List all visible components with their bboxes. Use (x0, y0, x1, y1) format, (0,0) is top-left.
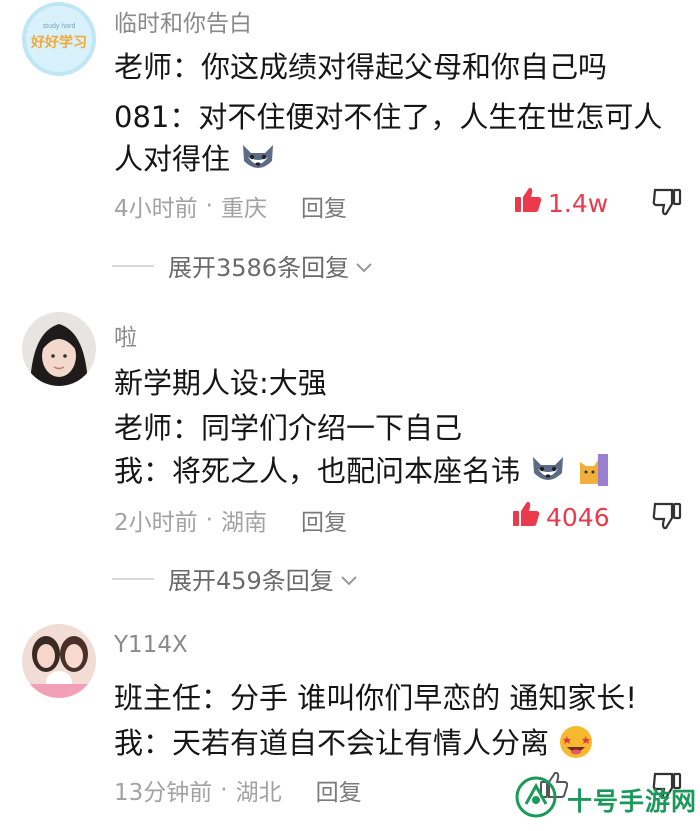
dislike-button[interactable] (652, 502, 682, 534)
thumbs-down-icon (652, 502, 682, 534)
like-count: 1.4w (548, 188, 609, 218)
username[interactable]: Y114X (114, 632, 188, 658)
divider (112, 264, 154, 267)
chevron-down-icon (334, 565, 358, 593)
comment-text-line: 081：对不住便对不住了，人生在世怎可人 (114, 100, 663, 134)
comment-text-line: 新学期人设:大强 (114, 366, 327, 400)
husky-emoji (529, 453, 567, 494)
comment-text-line: 老师：同学们介绍一下自己 (114, 411, 463, 445)
comment-text-line: 班主任：分手 谁叫你们早恋的 通知家长! (114, 681, 638, 715)
expand-replies-label: 展开3586条回复 (168, 254, 350, 282)
avatar[interactable] (22, 624, 96, 698)
comment-text-line-3: 人对得住 (114, 136, 277, 182)
avatar[interactable] (22, 312, 96, 386)
expand-replies-button[interactable]: 展开3586条回复 (112, 248, 373, 283)
location: 湖北 (235, 780, 282, 806)
like-button[interactable]: 1.4w (514, 187, 608, 219)
location: 重庆 (220, 196, 267, 222)
timestamp: 4小时前 (114, 196, 198, 222)
cat-emoji (576, 452, 612, 495)
avatar[interactable]: 好好学习 study hard (22, 2, 96, 76)
dislike-button[interactable] (652, 188, 682, 220)
expand-replies-button[interactable]: 展开459条回复 (112, 561, 358, 596)
thumbs-down-icon (652, 188, 682, 220)
watermark: 十号手游网 (505, 776, 697, 824)
comment-text-line-2: 我：天若有道自不会让有情人分离 (114, 720, 594, 766)
comment-text: 我：天若有道自不会让有情人分离 (114, 726, 550, 760)
separator: · (220, 777, 228, 803)
watermark-text: 十号手游网 (567, 787, 698, 816)
thumbs-up-icon (512, 501, 546, 533)
avatar-text: 好好学习 (30, 34, 87, 50)
location: 湖南 (220, 510, 267, 536)
thumbs-up-icon (514, 187, 548, 219)
separator: · (205, 507, 213, 533)
comment-meta: 2小时前 · 湖南 回复 (114, 503, 347, 537)
timestamp: 2小时前 (114, 510, 198, 536)
like-button[interactable]: 4046 (512, 501, 610, 533)
watermark-logo-icon (515, 776, 557, 824)
like-count: 4046 (546, 502, 610, 532)
username[interactable]: 啦 (114, 318, 137, 352)
star-eyes-emoji (558, 725, 594, 766)
comment-text: 人对得住 (114, 142, 231, 176)
reply-button[interactable]: 回复 (301, 503, 347, 537)
expand-replies-label: 展开459条回复 (168, 567, 334, 595)
chevron-down-icon (349, 252, 373, 280)
separator: · (205, 193, 213, 219)
comment-text: 我：将死之人，也配问本座名讳 (114, 454, 521, 488)
divider (112, 577, 154, 580)
timestamp: 13分钟前 (114, 780, 213, 806)
reply-button[interactable]: 回复 (301, 189, 347, 223)
svg-text:study hard: study hard (43, 23, 76, 30)
husky-emoji (239, 141, 277, 182)
reply-button[interactable]: 回复 (316, 773, 362, 807)
comment-text-line: 老师：你这成绩对得起父母和你自己吗 (114, 50, 608, 84)
comment-meta: 13分钟前 · 湖北 回复 (114, 773, 362, 807)
username[interactable]: 临时和你告白 (114, 4, 252, 38)
comment-text-line-3: 我：将死之人，也配问本座名讳 (114, 448, 612, 495)
comment-meta: 4小时前 · 重庆 回复 (114, 189, 347, 223)
